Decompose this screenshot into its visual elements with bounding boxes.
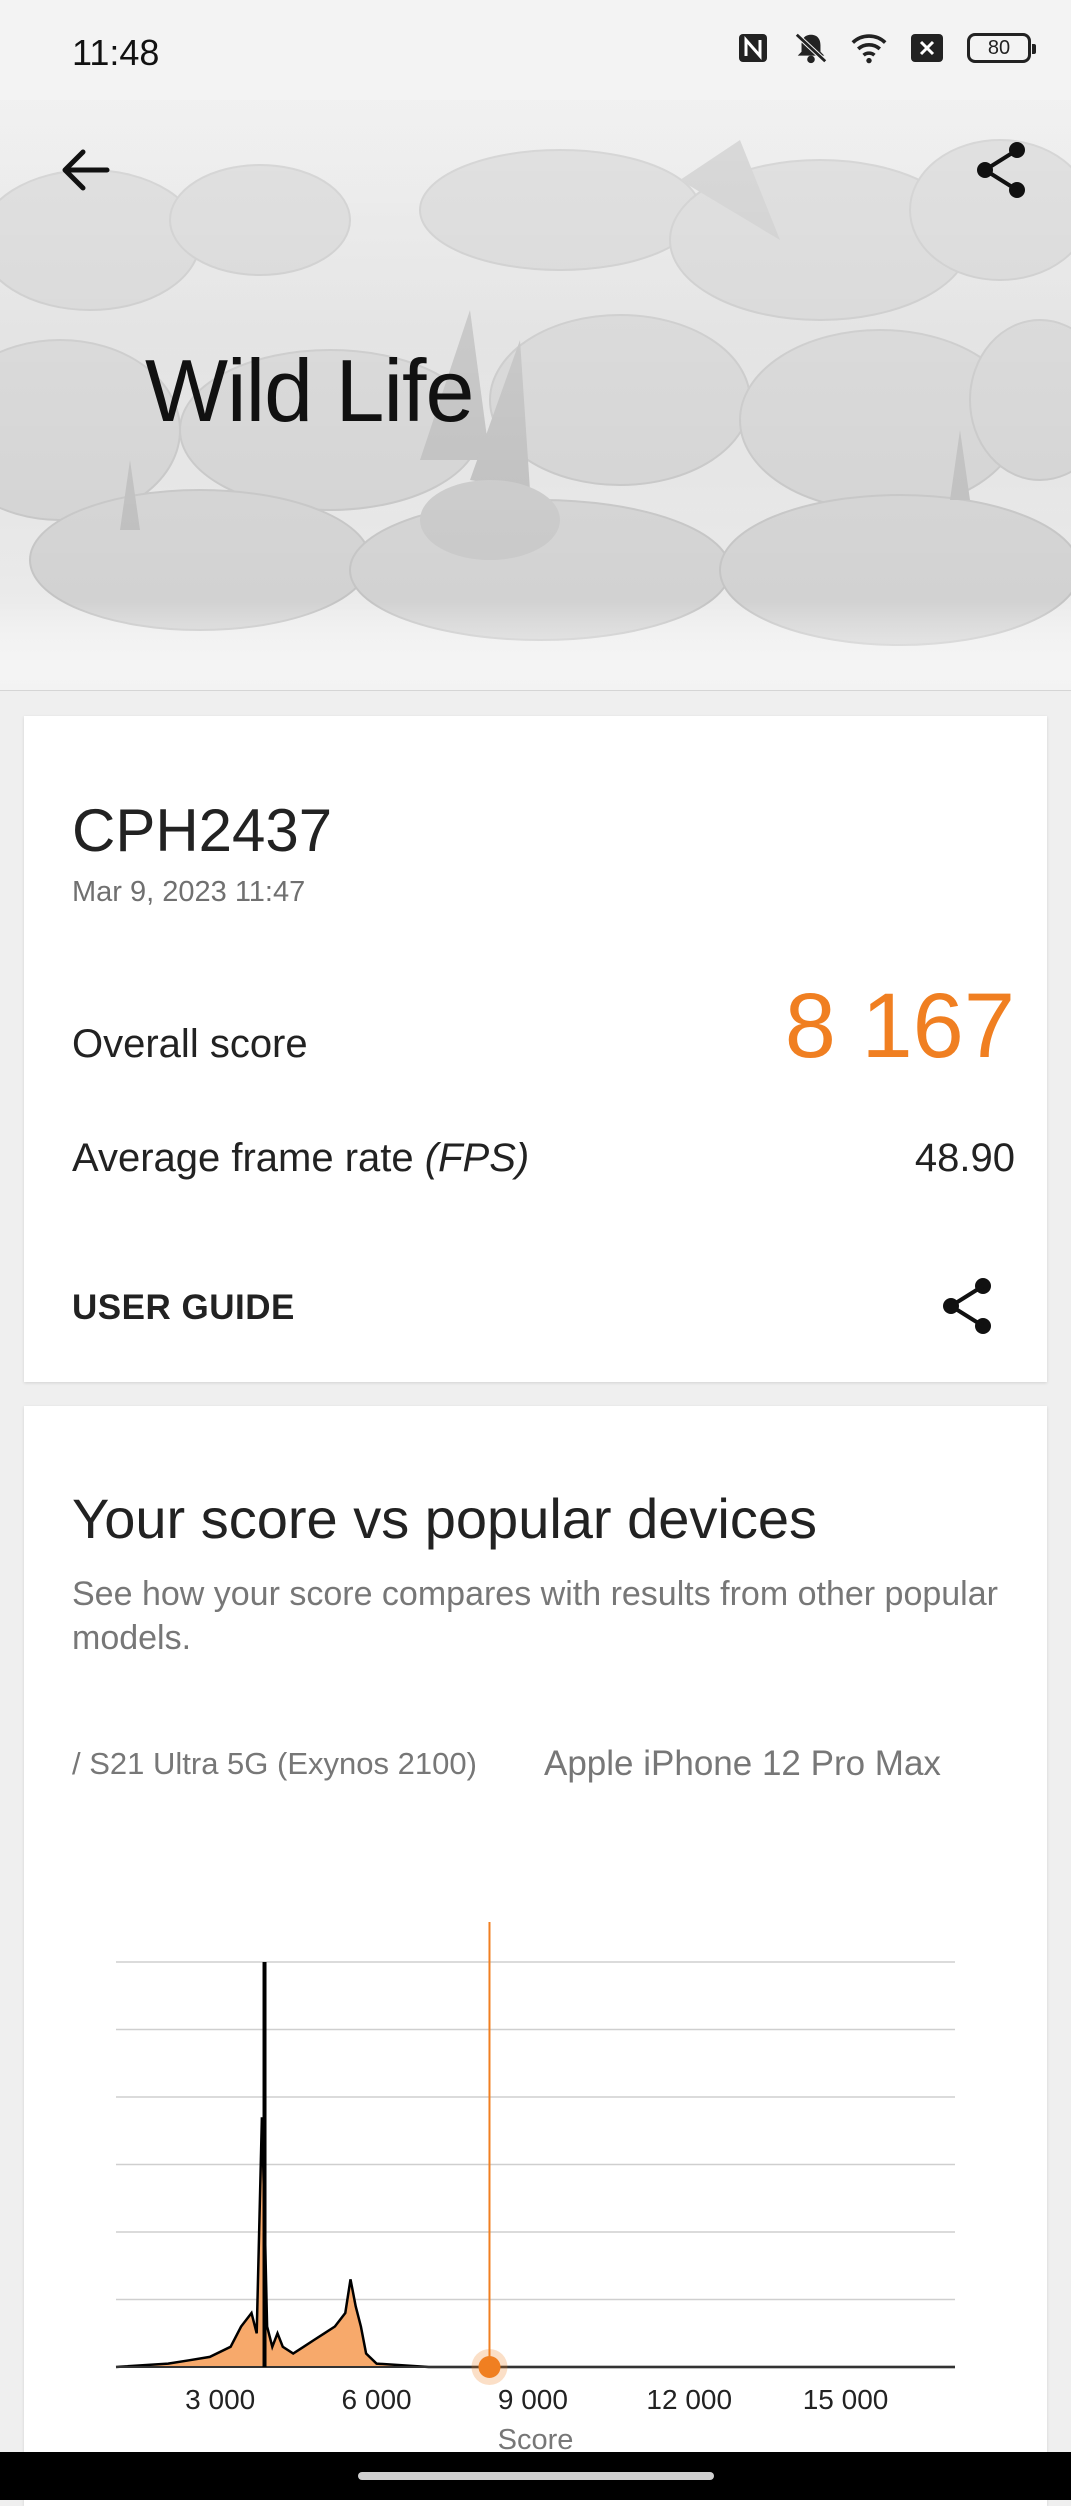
fps-label-text: Average frame rate — [72, 1136, 425, 1180]
battery-icon: 80 — [967, 33, 1036, 63]
fps-label-unit: (FPS) — [424, 1136, 530, 1180]
chart-x-tick-label: 6 000 — [342, 2384, 412, 2415]
share-result-button[interactable] — [935, 1274, 999, 1338]
score-distribution-chart: 3 000 6 000 9 000 12 000 15 000Score — [115, 1922, 955, 2456]
status-icons: 80 — [735, 30, 1036, 66]
chart-distribution-area — [116, 2117, 955, 2367]
share-button-header[interactable] — [966, 135, 1036, 205]
user-guide-link[interactable]: USER GUIDE — [72, 1288, 295, 1328]
chart-x-tick-label: 9 000 — [498, 2384, 568, 2415]
chart-x-tick-label: 3 000 — [185, 2384, 255, 2415]
overall-score-value: 8 167 — [784, 975, 1015, 1077]
sim-off-icon — [909, 30, 945, 66]
result-card: CPH2437 Mar 9, 2023 11:47 Overall score … — [24, 716, 1047, 1382]
comparison-card: Your score vs popular devices See how yo… — [24, 1406, 1047, 2506]
benchmark-title: Wild Life — [145, 341, 474, 440]
back-button[interactable] — [50, 135, 120, 205]
status-time: 11:48 — [72, 32, 160, 73]
home-gesture-handle[interactable] — [358, 2472, 714, 2480]
mute-icon — [793, 30, 829, 66]
device-name: CPH2437 — [72, 797, 333, 864]
overall-score-label: Overall score — [72, 1022, 308, 1066]
nfc-icon — [735, 30, 771, 66]
navigation-bar — [0, 2452, 1071, 2500]
chart-your-score-dot — [478, 2356, 501, 2378]
fps-value: 48.90 — [914, 1136, 1015, 1180]
status-bar: 11:48 80 — [0, 0, 1071, 100]
chart-x-tick-label: 15 000 — [803, 2384, 889, 2415]
wifi-icon — [851, 30, 887, 66]
hero-banner: Wild Life — [0, 100, 1071, 691]
fps-label: Average frame rate (FPS) — [72, 1136, 529, 1181]
result-date: Mar 9, 2023 11:47 — [72, 876, 306, 908]
share-icon — [943, 1278, 991, 1334]
chart-x-tick-label: 12 000 — [646, 2384, 732, 2415]
share-icon — [977, 142, 1025, 198]
battery-level: 80 — [987, 36, 1011, 59]
arrow-left-icon — [62, 149, 110, 191]
